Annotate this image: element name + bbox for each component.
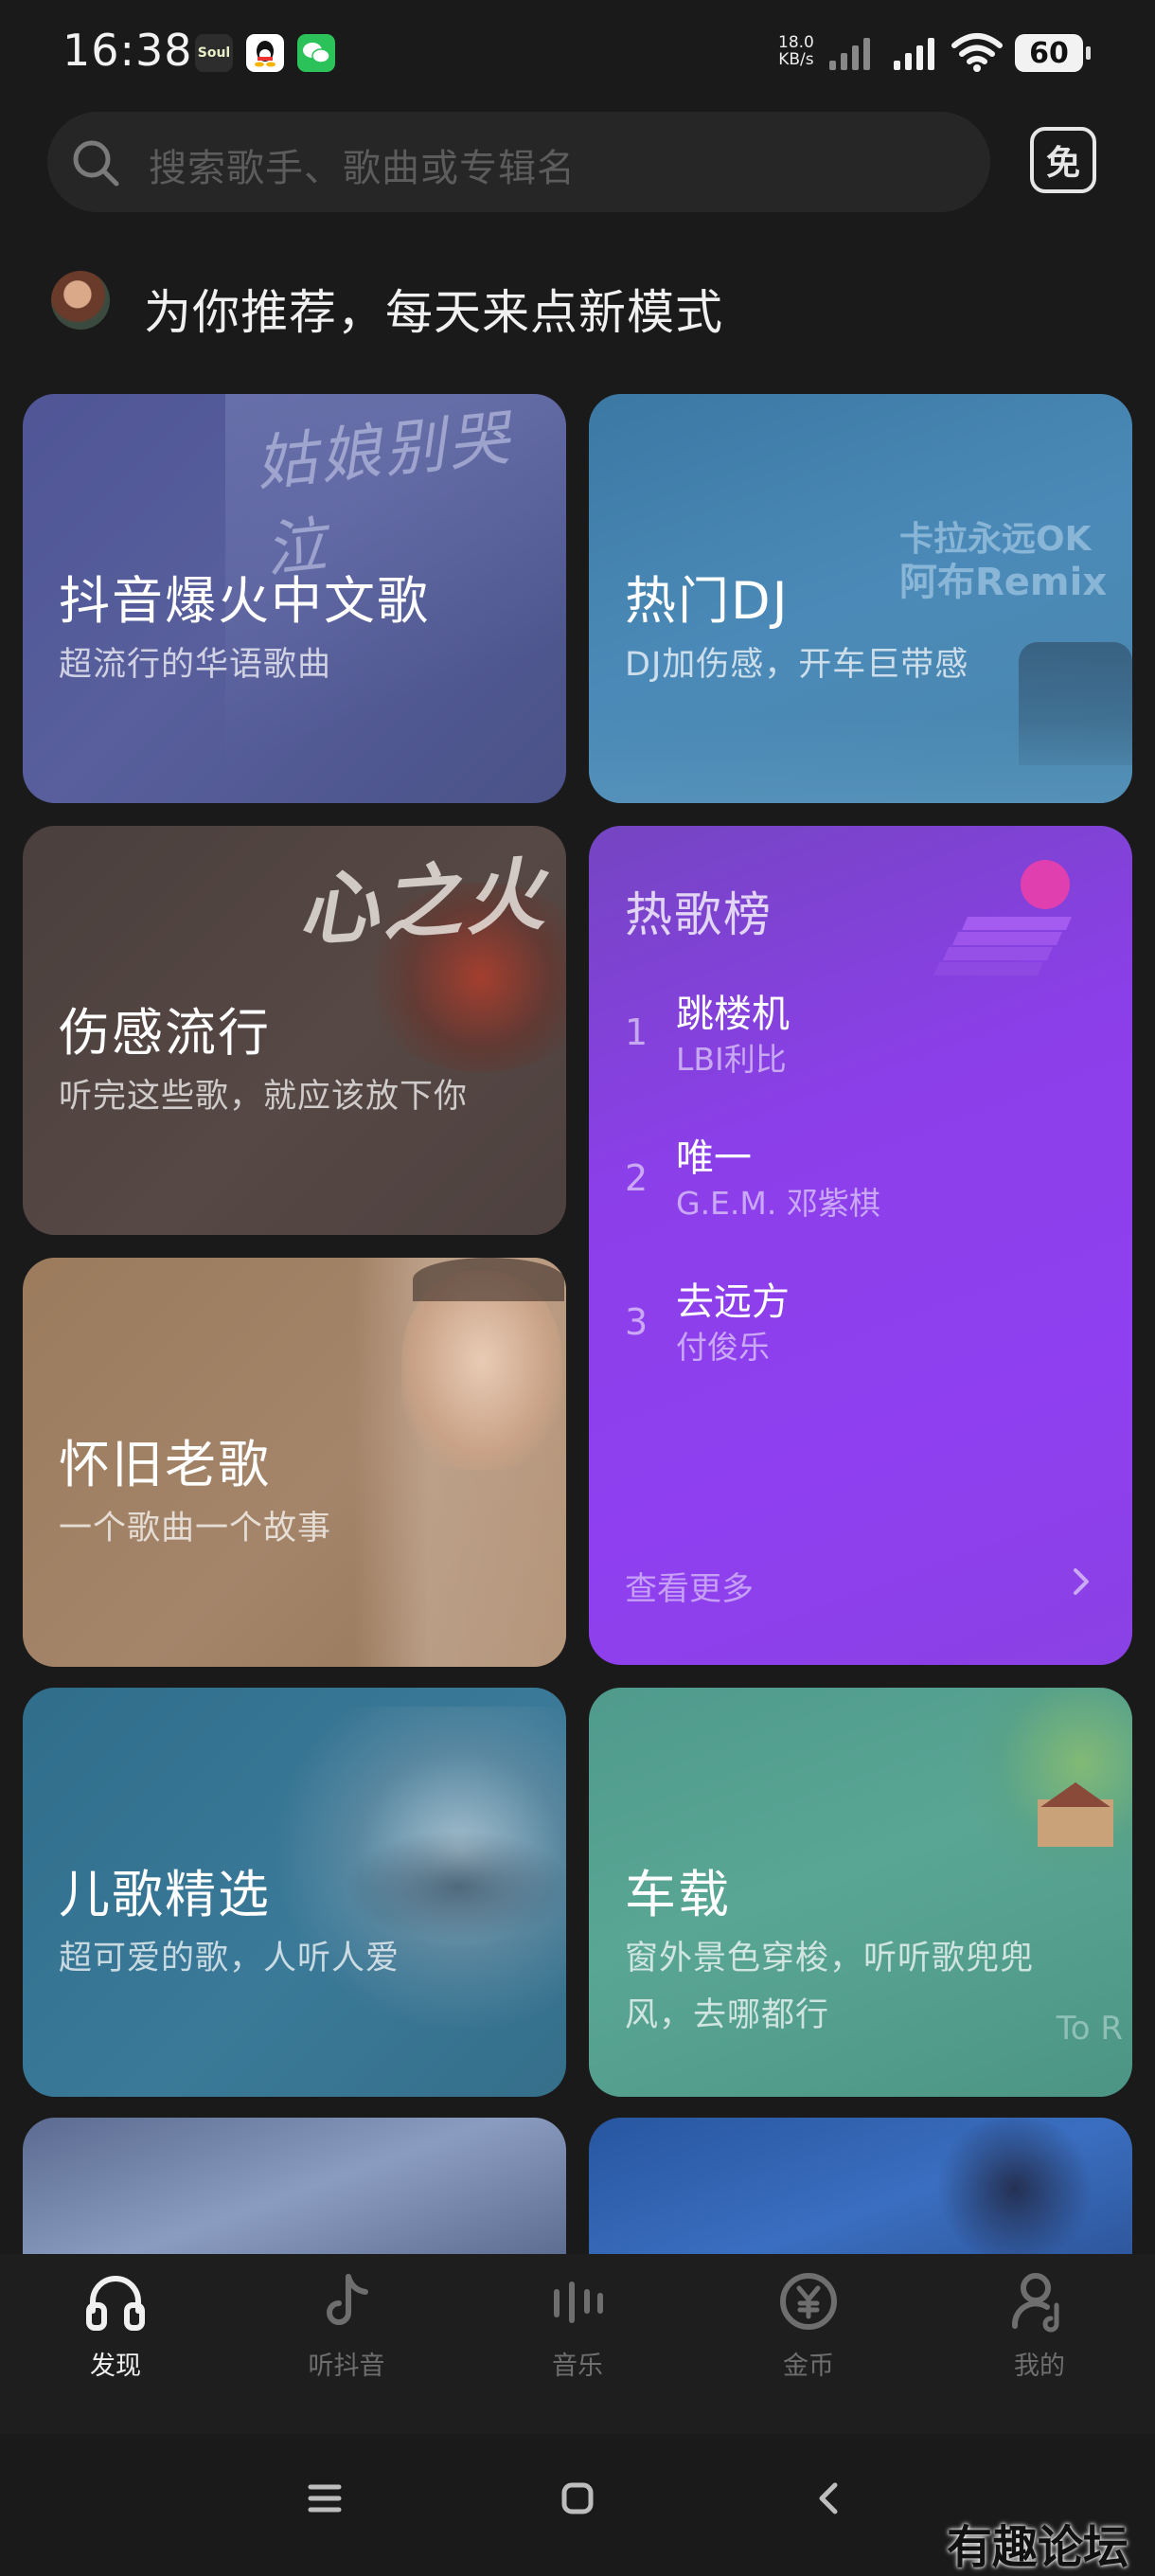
nav-profile[interactable]: 我的 bbox=[945, 2267, 1134, 2390]
card-subtitle: 听完这些歌，就应该放下你 bbox=[59, 1078, 469, 1116]
nav-music[interactable]: 音乐 bbox=[483, 2267, 672, 2390]
card-subtitle: DJ加伤感，开车巨带感 bbox=[625, 646, 969, 684]
chart-art-icon bbox=[933, 860, 1072, 975]
card-title: 车载 bbox=[625, 1865, 731, 1924]
song-artist: 付俊乐 bbox=[676, 1329, 770, 1366]
free-mode-button[interactable]: 免 bbox=[1030, 127, 1096, 193]
net-speed-value: 18.0 bbox=[778, 33, 814, 52]
playlist-card-douyin[interactable]: 姑娘别哭泣 抖音爆火中文歌 超流行的华语歌曲 bbox=[23, 394, 566, 803]
status-time: 16:38 bbox=[62, 25, 193, 76]
back-icon[interactable] bbox=[814, 2479, 843, 2517]
nav-label: 听抖音 bbox=[308, 2352, 385, 2381]
card-subtitle: 一个歌曲一个故事 bbox=[59, 1510, 332, 1547]
search-placeholder[interactable]: 搜索歌手、歌曲或专辑名 bbox=[149, 137, 576, 192]
playlist-card-dj[interactable]: 卡拉永远OK 阿布Remix 热门DJ DJ加伤感，开车巨带感 bbox=[589, 394, 1132, 803]
card-subtitle-line2: 风，去哪都行 bbox=[625, 1996, 830, 2034]
card-title: 伤感流行 bbox=[59, 1003, 271, 1063]
qq-app-icon bbox=[246, 34, 284, 72]
card-title: 儿歌精选 bbox=[59, 1865, 271, 1924]
song-rank: 1 bbox=[625, 1011, 649, 1053]
headphones-icon bbox=[86, 2276, 145, 2331]
nav-discover[interactable]: 发现 bbox=[21, 2267, 210, 2390]
signal-sim2-icon bbox=[894, 38, 934, 70]
soul-app-icon: Soul bbox=[195, 34, 233, 72]
card-title: 热门DJ bbox=[625, 571, 790, 631]
playlist-card-oldies[interactable]: 怀旧老歌 一个歌曲一个故事 bbox=[23, 1258, 566, 1667]
music-bars-icon bbox=[554, 2281, 603, 2323]
card-art-text: To R bbox=[1056, 2010, 1123, 2048]
playlist-card-kids[interactable]: 儿歌精选 超可爱的歌，人听人爱 bbox=[23, 1688, 566, 2097]
song-name: 跳楼机 bbox=[676, 993, 790, 1036]
card-title: 抖音爆火中文歌 bbox=[59, 571, 430, 631]
net-speed: 18.0 KB/s bbox=[778, 34, 814, 68]
nav-douyin[interactable]: 听抖音 bbox=[252, 2267, 441, 2390]
card-art-text: 心之火 bbox=[294, 847, 551, 958]
song-rank: 3 bbox=[625, 1301, 649, 1343]
song-artist: G.E.M. 邓紫棋 bbox=[676, 1185, 880, 1222]
nav-label: 发现 bbox=[90, 2352, 141, 2381]
watermark: 有趣论坛 bbox=[946, 2521, 1128, 2574]
nav-label: 音乐 bbox=[552, 2352, 603, 2381]
net-speed-unit: KB/s bbox=[778, 50, 814, 69]
playlist-card-sad[interactable]: 心之火 伤感流行 听完这些歌，就应该放下你 bbox=[23, 826, 566, 1235]
song-name: 去远方 bbox=[676, 1280, 790, 1324]
recommend-title: 为你推荐，每天来点新模式 bbox=[144, 285, 723, 340]
hot-chart-title: 热歌榜 bbox=[625, 887, 773, 942]
nav-label: 金币 bbox=[783, 2352, 834, 2381]
hot-chart-card[interactable]: 热歌榜 1 跳楼机 LBI利比 2 唯一 G.E.M. 邓紫棋 3 去远方 付俊… bbox=[589, 826, 1132, 1665]
tiktok-note-icon bbox=[327, 2274, 368, 2325]
profile-icon bbox=[1011, 2273, 1059, 2333]
avatar[interactable] bbox=[51, 271, 110, 330]
search-icon bbox=[73, 140, 119, 187]
coin-icon bbox=[780, 2273, 837, 2330]
playlist-card-car[interactable]: To R 车载 窗外景色穿梭，听听歌兜兜 风，去哪都行 bbox=[589, 1688, 1132, 2097]
nav-coins[interactable]: 金币 bbox=[714, 2267, 903, 2390]
home-icon[interactable] bbox=[559, 2479, 596, 2517]
card-title: 怀旧老歌 bbox=[59, 1435, 271, 1494]
signal-sim1-icon bbox=[829, 38, 870, 70]
wifi-icon bbox=[951, 33, 1003, 72]
wechat-app-icon bbox=[297, 34, 335, 72]
card-subtitle-line1: 窗外景色穿梭，听听歌兜兜 bbox=[625, 1940, 1035, 1977]
song-name: 唯一 bbox=[676, 1136, 752, 1180]
card-subtitle: 超可爱的歌，人听人爱 bbox=[59, 1940, 400, 1977]
card-subtitle: 超流行的华语歌曲 bbox=[59, 646, 332, 684]
nav-label: 我的 bbox=[1014, 2352, 1065, 2381]
menu-icon[interactable] bbox=[307, 2481, 343, 2515]
chevron-right-icon[interactable] bbox=[1070, 1565, 1093, 1599]
battery-indicator: 60 bbox=[1015, 34, 1091, 72]
song-artist: LBI利比 bbox=[676, 1041, 787, 1078]
card-art-text-line2: 阿布Remix bbox=[899, 561, 1108, 604]
view-more-link[interactable]: 查看更多 bbox=[625, 1563, 754, 1609]
song-rank: 2 bbox=[625, 1157, 649, 1199]
